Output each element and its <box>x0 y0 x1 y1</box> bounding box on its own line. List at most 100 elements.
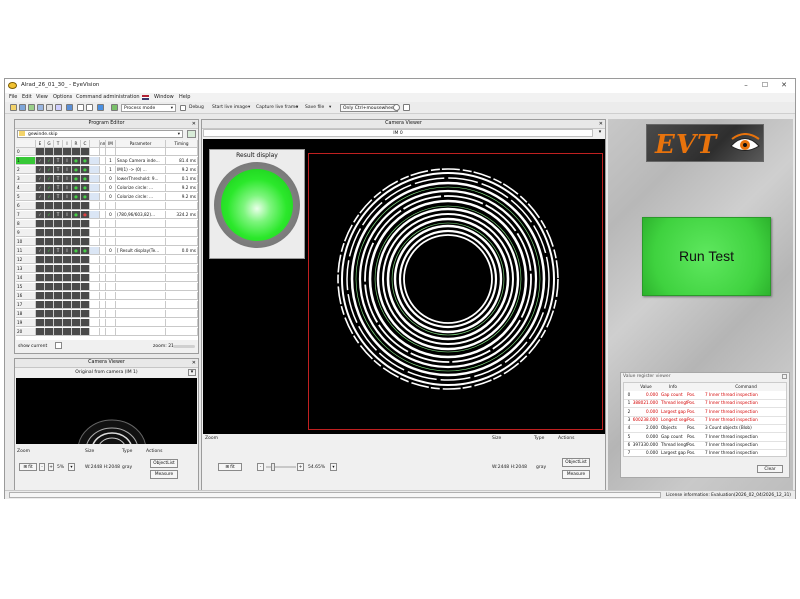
zoom-out-button[interactable]: - <box>39 463 45 471</box>
row-flag-cell <box>63 328 72 336</box>
main-fit-button[interactable]: ⊞ fit <box>218 463 242 471</box>
chevron-down-icon[interactable]: ▾ <box>188 369 196 376</box>
register-info-cell: Largest gap <box>661 450 686 456</box>
program-row[interactable]: 4 ✓ ✓ T I ● ● 0 Colorize circle: ... 9.2 ms <box>16 184 198 192</box>
clear-button[interactable]: Clear <box>757 465 783 473</box>
chevron-down-icon[interactable]: ▾ <box>330 463 337 471</box>
capture-live-frame-button[interactable]: Capture live frame <box>256 105 298 110</box>
refresh-icon[interactable] <box>393 104 400 111</box>
menu-options[interactable]: Options <box>53 94 72 100</box>
image-select[interactable]: IM 0 <box>203 129 593 137</box>
settings-icon[interactable] <box>55 104 62 111</box>
run-icon[interactable] <box>28 104 35 111</box>
program-row[interactable]: 5 ✓ ✓ T I ● ● 0 Colorize circle: ... 9.2 ms <box>16 193 198 201</box>
menu-file[interactable]: File <box>9 94 17 100</box>
register-row[interactable]: 7 0.000 Largest gap Pos. 7 Inner thread insp… <box>624 449 786 456</box>
program-row[interactable]: 3 ✓ ✓ T I ● ● 0 lowerThreshold: 9... 0.1 ms <box>16 175 198 183</box>
zoom-in-button[interactable]: + <box>297 463 304 471</box>
chevron-down-icon[interactable]: ▾ <box>68 463 75 471</box>
zoom-out-button[interactable]: - <box>257 463 264 471</box>
timing-cell <box>166 292 198 300</box>
small-camera-image[interactable] <box>16 378 197 444</box>
run-test-button[interactable]: Run Test <box>642 217 771 296</box>
open-folder-icon[interactable] <box>10 104 17 111</box>
main-objectlist-button[interactable]: ObjectList <box>562 458 590 467</box>
program-row[interactable]: 14 <box>16 274 198 282</box>
menu-window[interactable]: Window <box>154 94 174 100</box>
dropdown-arrow-icon[interactable]: ▾ <box>329 105 331 110</box>
program-row[interactable]: 1 ✓ ✓ T I ● ● 1 Snap Camera inde... 81.4 ms <box>16 157 198 165</box>
close-button[interactable]: ✕ <box>775 80 793 91</box>
close-icon[interactable]: ✕ <box>192 359 196 367</box>
evt-eye-icon <box>730 133 760 151</box>
menu-view[interactable]: View <box>36 94 48 100</box>
row-number: 0 <box>16 148 36 156</box>
edit-icon[interactable] <box>77 104 84 111</box>
crop-icon[interactable] <box>403 104 410 111</box>
menu-edit[interactable]: Edit <box>22 94 32 100</box>
paste-icon[interactable] <box>46 104 53 111</box>
small-fit-button[interactable]: ⊞ fit <box>19 463 37 471</box>
save-file-button[interactable]: Save file <box>305 105 324 110</box>
us-flag-icon[interactable] <box>142 95 149 100</box>
title-bar: Alrad_26_01_30_ - EyeVision – ☐ ✕ <box>5 79 795 93</box>
save-icon[interactable] <box>19 104 26 111</box>
parameter-cell <box>116 283 166 291</box>
close-icon[interactable]: ✕ <box>192 120 196 128</box>
start-live-image-button[interactable]: Start live image <box>212 105 248 110</box>
register-checkbox[interactable] <box>782 374 787 379</box>
program-row[interactable]: 9 <box>16 229 198 237</box>
empty-cell <box>90 265 100 273</box>
program-row[interactable]: 15 <box>16 283 198 291</box>
menu-help[interactable]: Help <box>179 94 190 100</box>
program-action-icon[interactable] <box>187 130 196 138</box>
process-mode-select[interactable]: Process mode ▾ <box>121 103 176 112</box>
register-cmd-cell: 7 Inner thread inspection <box>705 433 758 439</box>
program-file-select[interactable]: gewinde.skip ▾ <box>17 130 183 138</box>
zoom-in-button[interactable]: + <box>48 463 54 471</box>
main-measure-button[interactable]: Measure <box>562 470 590 479</box>
main-camera-image[interactable]: Result display <box>203 139 605 434</box>
dropdown-arrow-icon[interactable]: ▾ <box>296 105 298 110</box>
mode-icon[interactable] <box>111 104 118 111</box>
zoom-slider-thumb[interactable] <box>271 463 275 471</box>
program-row[interactable]: 19 <box>16 319 198 327</box>
timing-cell <box>166 220 198 228</box>
ctrl-mousewheel-toggle[interactable]: Only Ctrl+mousewheel <box>340 103 398 112</box>
debug-checkbox[interactable] <box>180 104 186 111</box>
maximize-button[interactable]: ☐ <box>756 80 774 91</box>
row-flag-cell <box>72 202 81 210</box>
program-row[interactable]: 2 ✓ ✓ T I ● ● 1 IM(1) -> (0) ... 9.2 ms <box>16 166 198 174</box>
im-cell <box>106 328 116 336</box>
program-zoom-slider[interactable] <box>173 345 195 348</box>
menu-command-administration[interactable]: Command administration <box>76 94 140 100</box>
delete-icon[interactable] <box>86 104 93 111</box>
program-row[interactable]: 7 ✓ ✓ T I ● ● 0 (780,96/603,82)... 324.2 ms <box>16 211 198 219</box>
show-current-label[interactable]: show current <box>18 344 47 349</box>
program-row[interactable]: 8 <box>16 220 198 228</box>
help-icon[interactable] <box>97 104 104 111</box>
program-row[interactable]: 11 ✓ ✓ T I ● ● 0[ Result display(Te... 0.0 ms <box>16 247 198 255</box>
close-icon[interactable]: ✕ <box>599 120 603 128</box>
small-viewer-subtitle: Original from camera (IM 1) <box>75 370 138 375</box>
dropdown-arrow-icon[interactable]: ▾ <box>248 105 250 110</box>
minimize-button[interactable]: – <box>737 80 755 91</box>
program-row[interactable]: 10 <box>16 238 198 246</box>
program-row[interactable]: 17 <box>16 301 198 309</box>
program-row[interactable]: 16 <box>16 292 198 300</box>
small-objectlist-button[interactable]: ObjectList <box>150 459 178 468</box>
program-row[interactable]: 12 <box>16 256 198 264</box>
register-pos-cell: Pos. <box>687 433 696 439</box>
program-row[interactable]: 20 <box>16 328 198 336</box>
row-flag-cell: ✓ <box>45 211 54 219</box>
view-icon[interactable] <box>66 104 73 111</box>
program-row[interactable]: 13 <box>16 265 198 273</box>
small-size-label: Size <box>85 449 95 454</box>
small-measure-button[interactable]: Measure <box>150 470 178 479</box>
chevron-down-icon[interactable]: ▾ <box>596 129 604 137</box>
search-icon[interactable] <box>55 342 62 349</box>
program-row[interactable]: 0 <box>16 148 198 156</box>
program-row[interactable]: 6 <box>16 202 198 210</box>
program-row[interactable]: 18 <box>16 310 198 318</box>
copy-icon[interactable] <box>37 104 44 111</box>
